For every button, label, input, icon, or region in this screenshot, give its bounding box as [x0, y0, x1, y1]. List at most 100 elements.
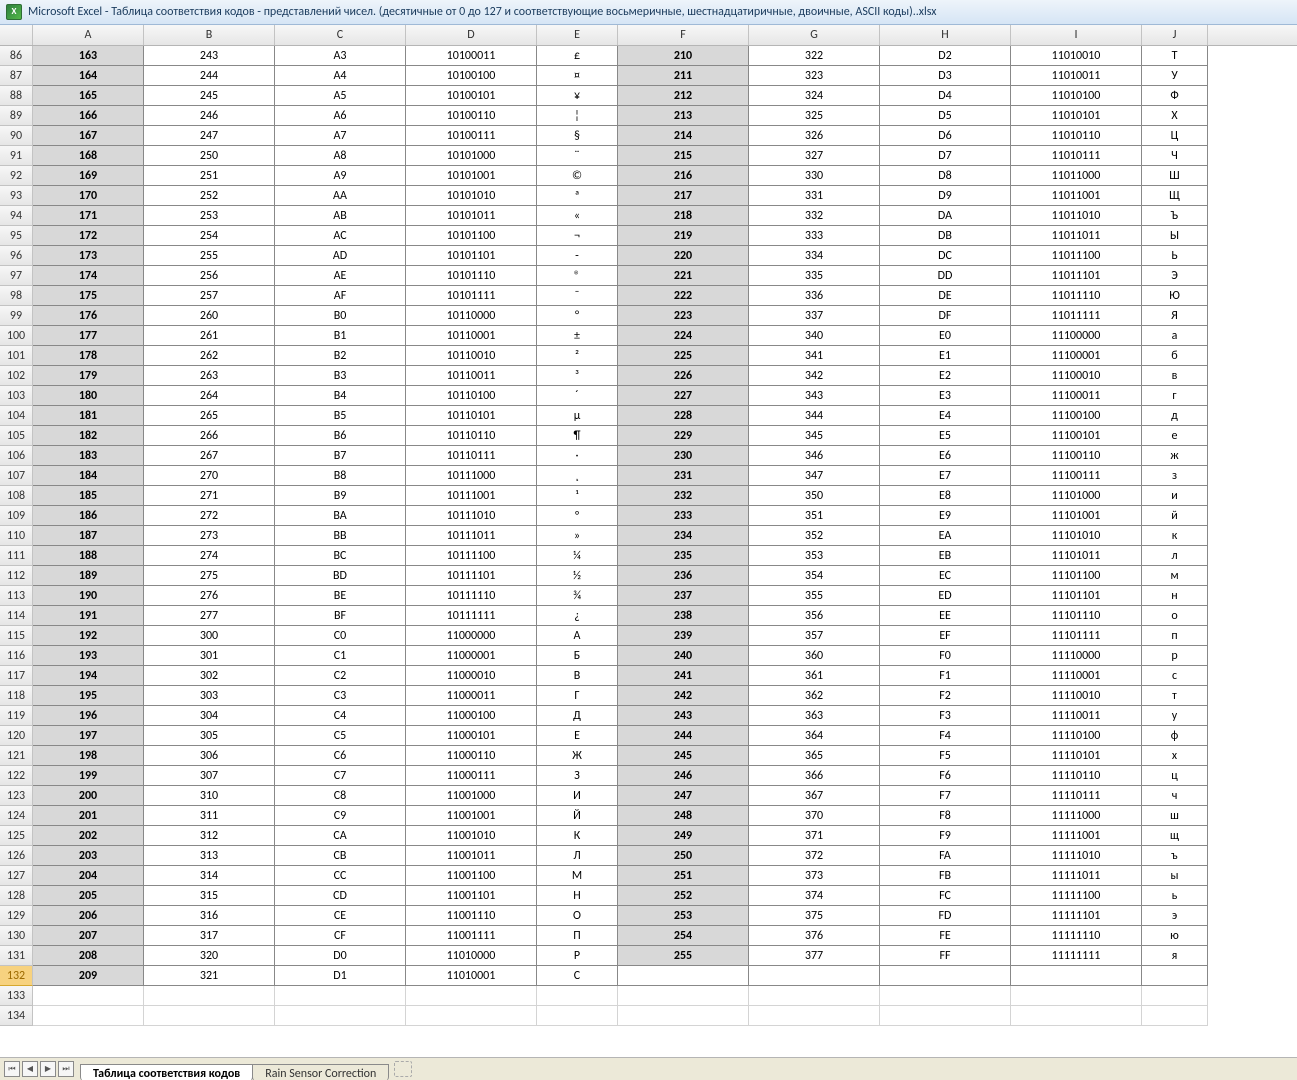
cell[interactable]: г	[1142, 386, 1208, 406]
cell[interactable]: е	[1142, 426, 1208, 446]
cell[interactable]: 276	[144, 586, 275, 606]
row-header[interactable]: 103	[0, 386, 33, 406]
cell[interactable]: 10100101	[406, 86, 537, 106]
cell[interactable]: Л	[537, 846, 618, 866]
row-header[interactable]: 100	[0, 326, 33, 346]
cell[interactable]: º	[537, 506, 618, 526]
cell[interactable]	[537, 986, 618, 1006]
cell[interactable]: 240	[618, 646, 749, 666]
cell[interactable]: 345	[749, 426, 880, 446]
cell[interactable]: 227	[618, 386, 749, 406]
cell[interactable]: Ш	[1142, 166, 1208, 186]
cell[interactable]: ф	[1142, 726, 1208, 746]
cell[interactable]: ¤	[537, 66, 618, 86]
cell[interactable]: 325	[749, 106, 880, 126]
cell[interactable]: 365	[749, 746, 880, 766]
cell[interactable]: E1	[880, 346, 1011, 366]
cell[interactable]: FD	[880, 906, 1011, 926]
cell[interactable]: 350	[749, 486, 880, 506]
cell[interactable]: 180	[33, 386, 144, 406]
cell[interactable]: Ь	[1142, 246, 1208, 266]
row-header[interactable]: 120	[0, 726, 33, 746]
cell[interactable]: ¸	[537, 466, 618, 486]
cell[interactable]: DA	[880, 206, 1011, 226]
cell[interactable]: C5	[275, 726, 406, 746]
cell[interactable]: 11010110	[1011, 126, 1142, 146]
cell[interactable]: CB	[275, 846, 406, 866]
cell[interactable]: 300	[144, 626, 275, 646]
row-header[interactable]: 97	[0, 266, 33, 286]
cell[interactable]: 239	[618, 626, 749, 646]
cell[interactable]: D0	[275, 946, 406, 966]
cell[interactable]: 10111001	[406, 486, 537, 506]
cell[interactable]: Ю	[1142, 286, 1208, 306]
cell[interactable]: Т	[1142, 46, 1208, 66]
cell[interactable]: 11011000	[1011, 166, 1142, 186]
cell[interactable]: 313	[144, 846, 275, 866]
cell[interactable]: 203	[33, 846, 144, 866]
cell[interactable]: 248	[618, 806, 749, 826]
cell[interactable]: 261	[144, 326, 275, 346]
cell[interactable]: 183	[33, 446, 144, 466]
cell[interactable]: 363	[749, 706, 880, 726]
cell[interactable]: 257	[144, 286, 275, 306]
cell[interactable]: 274	[144, 546, 275, 566]
row-header[interactable]: 111	[0, 546, 33, 566]
cell[interactable]: 11011001	[1011, 186, 1142, 206]
cell[interactable]: 10110011	[406, 366, 537, 386]
cell[interactable]: 196	[33, 706, 144, 726]
cell[interactable]: 317	[144, 926, 275, 946]
cell[interactable]: BF	[275, 606, 406, 626]
cell[interactable]: 194	[33, 666, 144, 686]
cell[interactable]: A9	[275, 166, 406, 186]
cell[interactable]: Я	[1142, 306, 1208, 326]
cell[interactable]: 366	[749, 766, 880, 786]
cell[interactable]	[618, 966, 749, 986]
row-header[interactable]: 131	[0, 946, 33, 966]
cell[interactable]: Ф	[1142, 86, 1208, 106]
cell[interactable]: 199	[33, 766, 144, 786]
cell[interactable]: б	[1142, 346, 1208, 366]
row-header[interactable]: 127	[0, 866, 33, 886]
cell[interactable]: ¿	[537, 606, 618, 626]
cell[interactable]: 11111100	[1011, 886, 1142, 906]
cell[interactable]	[1142, 986, 1208, 1006]
cell[interactable]: B9	[275, 486, 406, 506]
cell[interactable]: 170	[33, 186, 144, 206]
cell[interactable]: 275	[144, 566, 275, 586]
cell[interactable]: 272	[144, 506, 275, 526]
row-header[interactable]: 89	[0, 106, 33, 126]
row-header[interactable]: 105	[0, 426, 33, 446]
cell[interactable]: B5	[275, 406, 406, 426]
cell[interactable]: о	[1142, 606, 1208, 626]
cell[interactable]: 163	[33, 46, 144, 66]
cell[interactable]: 186	[33, 506, 144, 526]
cell[interactable]: 221	[618, 266, 749, 286]
cell[interactable]: 237	[618, 586, 749, 606]
cell[interactable]	[749, 966, 880, 986]
row-header[interactable]: 114	[0, 606, 33, 626]
cell[interactable]: Ъ	[1142, 206, 1208, 226]
cell[interactable]	[537, 1006, 618, 1026]
cell[interactable]: CE	[275, 906, 406, 926]
cell[interactable]: 174	[33, 266, 144, 286]
column-header-J[interactable]: J	[1142, 25, 1208, 45]
cell[interactable]: 11111011	[1011, 866, 1142, 886]
cell[interactable]: 11100100	[1011, 406, 1142, 426]
cell[interactable]: 11010111	[1011, 146, 1142, 166]
cell[interactable]: C6	[275, 746, 406, 766]
cell[interactable]: 230	[618, 446, 749, 466]
cell[interactable]: 242	[618, 686, 749, 706]
cell[interactable]: ED	[880, 586, 1011, 606]
cell[interactable]: ц	[1142, 766, 1208, 786]
row-header[interactable]: 113	[0, 586, 33, 606]
cell[interactable]: 10110010	[406, 346, 537, 366]
cell[interactable]: A4	[275, 66, 406, 86]
cell[interactable]: ¹	[537, 486, 618, 506]
cell[interactable]: н	[1142, 586, 1208, 606]
cell[interactable]: FA	[880, 846, 1011, 866]
cell[interactable]	[1011, 1006, 1142, 1026]
cell[interactable]: F2	[880, 686, 1011, 706]
cell[interactable]: A8	[275, 146, 406, 166]
cell[interactable]: 312	[144, 826, 275, 846]
